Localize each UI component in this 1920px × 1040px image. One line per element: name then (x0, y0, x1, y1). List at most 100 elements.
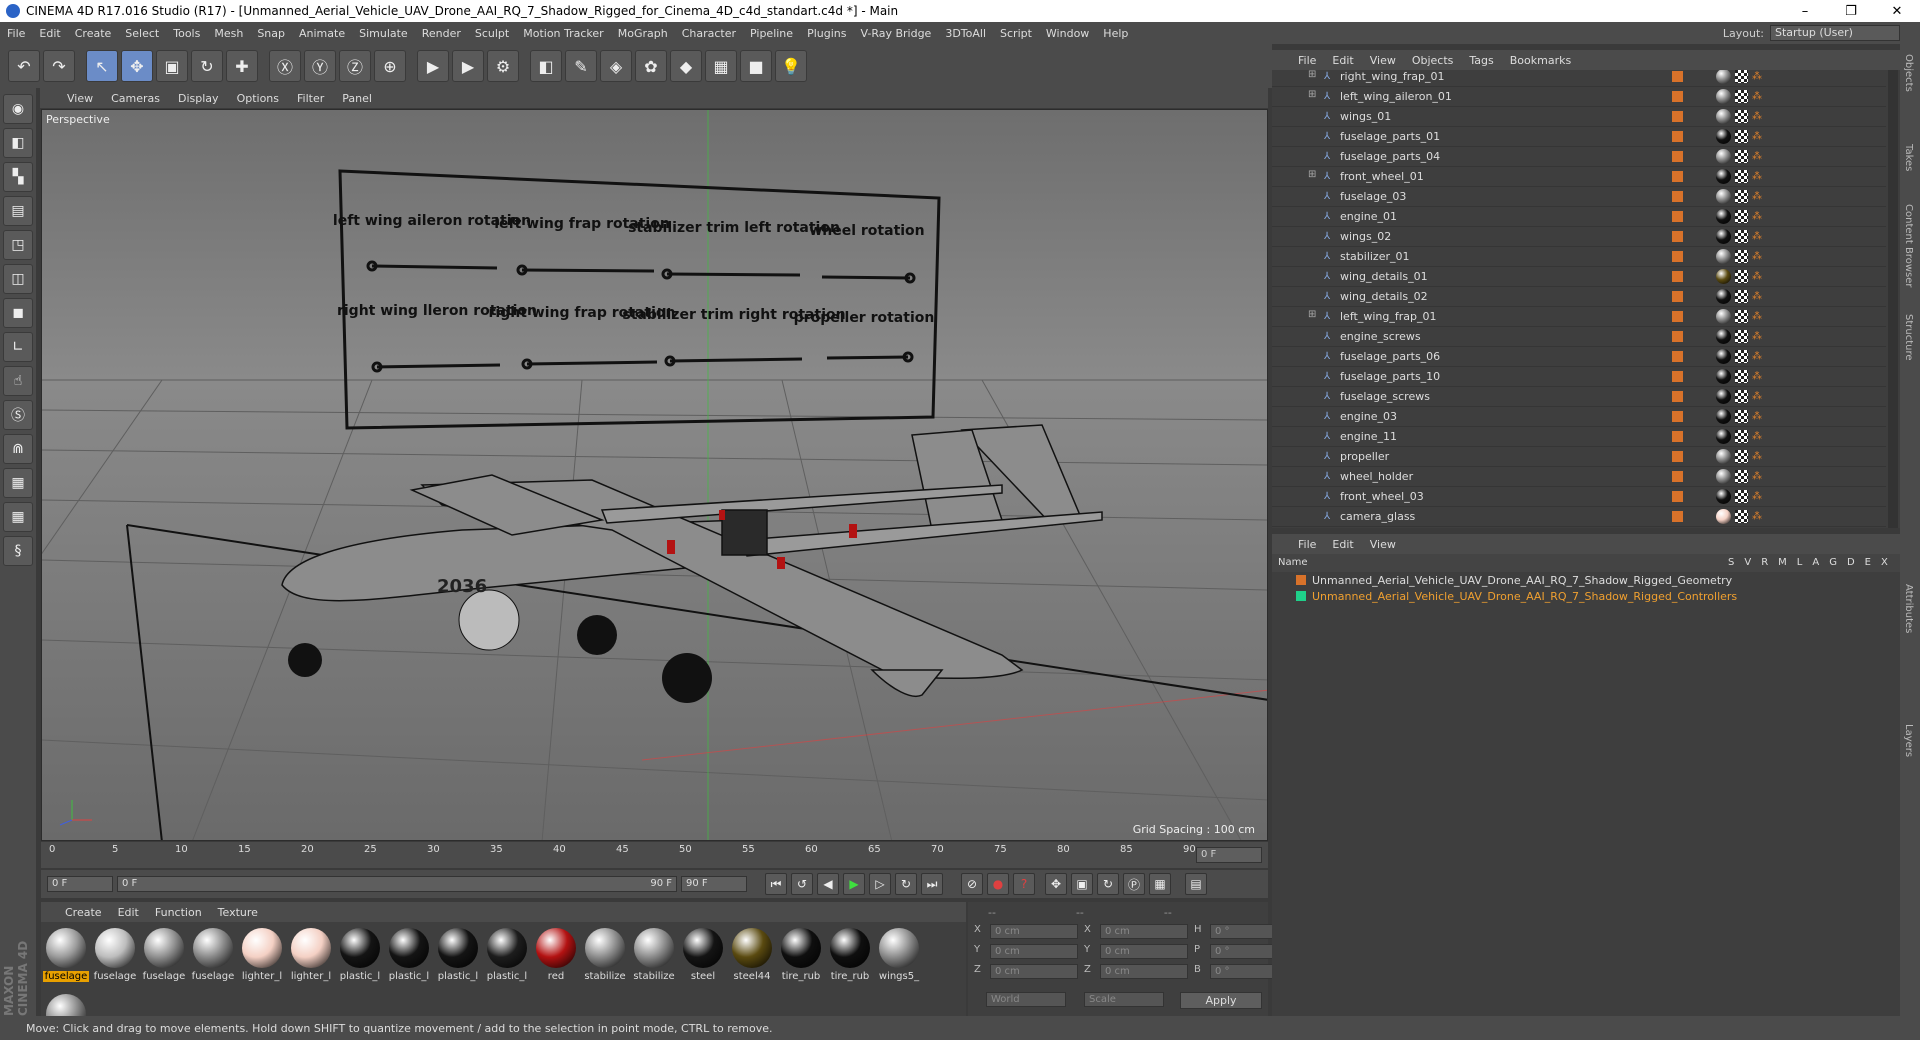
layer-col-x[interactable]: X (1881, 557, 1888, 568)
constraint-tag-icon[interactable]: ⁂ (1752, 251, 1762, 262)
material-swatch[interactable]: plastic_l (484, 928, 530, 982)
material-tag-icon[interactable] (1716, 389, 1731, 404)
object-row[interactable]: ⅄ fuselage_screws ⁂ (1272, 387, 1886, 407)
uvw-tag-icon[interactable] (1735, 310, 1748, 323)
tab-content-browser[interactable]: Content Browser (1903, 204, 1914, 287)
layer-col-d[interactable]: D (1847, 557, 1855, 568)
material-tag-icon[interactable] (1716, 509, 1731, 524)
texture-mode-icon[interactable]: ▚ (3, 162, 33, 192)
object-row[interactable]: ⊞ ⅄ left_wing_aileron_01 ⁂ (1272, 87, 1886, 107)
uvw-tag-icon[interactable] (1735, 410, 1748, 423)
material-tag-icon[interactable] (1716, 149, 1731, 164)
material-tag-icon[interactable] (1716, 469, 1731, 484)
material-tag-icon[interactable] (1716, 89, 1731, 104)
layer-color-icon[interactable] (1672, 371, 1683, 382)
menu-v-ray-bridge[interactable]: V-Ray Bridge (853, 27, 938, 40)
material-tag-icon[interactable] (1716, 369, 1731, 384)
menu-animate[interactable]: Animate (292, 27, 352, 40)
render-view-icon[interactable]: ▶ (417, 50, 449, 82)
constraint-tag-icon[interactable]: ⁂ (1752, 431, 1762, 442)
layer-color-icon[interactable] (1672, 251, 1683, 262)
uvw-tag-icon[interactable] (1735, 470, 1748, 483)
key-parameter-icon[interactable]: Ⓟ (1123, 873, 1145, 895)
menu-render[interactable]: Render (415, 27, 468, 40)
layer-color-icon[interactable] (1672, 231, 1683, 242)
material-swatch[interactable]: fuselage (190, 928, 236, 982)
menu-file[interactable]: File (0, 27, 32, 40)
layers-menu-edit[interactable]: Edit (1324, 538, 1361, 551)
deformer-icon[interactable]: ◆ (670, 50, 702, 82)
material-swatch[interactable]: wings5_ (876, 928, 922, 982)
coord-value-field[interactable]: 0 cm (990, 944, 1078, 959)
layer-col-v[interactable]: V (1744, 557, 1751, 568)
layer-color-icon[interactable] (1672, 271, 1683, 282)
menu-snap[interactable]: Snap (250, 27, 292, 40)
uvw-tag-icon[interactable] (1735, 330, 1748, 343)
python-icon[interactable]: § (3, 536, 33, 566)
key-pla-icon[interactable]: ▦ (1149, 873, 1171, 895)
layer-color-icon[interactable] (1672, 471, 1683, 482)
tab-layers[interactable]: Layers (1903, 724, 1914, 757)
layer-color-icon[interactable] (1672, 451, 1683, 462)
object-row[interactable]: ⊞ ⅄ front_wheel_01 ⁂ (1272, 167, 1886, 187)
live-move-icon[interactable]: ✚ (226, 50, 258, 82)
menu-window[interactable]: Window (1039, 27, 1096, 40)
object-row[interactable]: ⅄ front_wheel_03 ⁂ (1272, 487, 1886, 507)
z-axis-lock-icon[interactable]: Ⓩ (339, 50, 371, 82)
layer-color-icon[interactable] (1672, 71, 1683, 82)
object-row[interactable]: ⅄ engine_screws ⁂ (1272, 327, 1886, 347)
layer-color-icon[interactable] (1672, 391, 1683, 402)
constraint-tag-icon[interactable]: ⁂ (1752, 171, 1762, 182)
coordinate-system-dropdown[interactable]: World (986, 992, 1066, 1007)
constraint-tag-icon[interactable]: ⁂ (1752, 111, 1762, 122)
edges-mode-icon[interactable]: ◫ (3, 264, 33, 294)
layer-color-icon[interactable] (1672, 331, 1683, 342)
constraint-tag-icon[interactable]: ⁂ (1752, 491, 1762, 502)
uvw-tag-icon[interactable] (1735, 350, 1748, 363)
menu-character[interactable]: Character (675, 27, 743, 40)
layer-color-icon[interactable] (1672, 511, 1683, 522)
layer-color-icon[interactable] (1672, 411, 1683, 422)
layer-color-icon[interactable] (1672, 91, 1683, 102)
object-row[interactable]: ⅄ wing_details_02 ⁂ (1272, 287, 1886, 307)
material-tag-icon[interactable] (1716, 409, 1731, 424)
layer-color-icon[interactable] (1672, 171, 1683, 182)
key-position-icon[interactable]: ✥ (1045, 873, 1067, 895)
constraint-tag-icon[interactable]: ⁂ (1752, 271, 1762, 282)
viewport-menu-options[interactable]: Options (228, 92, 288, 105)
light-bulb-icon[interactable]: 💡 (775, 50, 807, 82)
objects-menu-objects[interactable]: Objects (1404, 54, 1462, 67)
select-arrow-icon[interactable]: ↖ (86, 50, 118, 82)
uvw-tag-icon[interactable] (1735, 370, 1748, 383)
polygons-mode-icon[interactable]: ◼ (3, 298, 33, 328)
uvw-tag-icon[interactable] (1735, 170, 1748, 183)
material-tag-icon[interactable] (1716, 189, 1731, 204)
layer-col-l[interactable]: L (1797, 557, 1803, 568)
rotate-tool-icon[interactable]: ↻ (191, 50, 223, 82)
object-row[interactable]: ⊞ ⅄ left_wing_frap_01 ⁂ (1272, 307, 1886, 327)
constraint-tag-icon[interactable]: ⁂ (1752, 451, 1762, 462)
object-row[interactable]: ⅄ wheel_holder ⁂ (1272, 467, 1886, 487)
object-row[interactable]: ⅄ engine_01 ⁂ (1272, 207, 1886, 227)
layer-col-a[interactable]: A (1812, 557, 1819, 568)
constraint-tag-icon[interactable]: ⁂ (1752, 151, 1762, 162)
expand-toggle-icon[interactable]: ⊞ (1308, 70, 1316, 80)
layer-color-icon[interactable] (1672, 431, 1683, 442)
layout-dropdown[interactable]: Startup (User) (1770, 25, 1900, 41)
material-tag-icon[interactable] (1716, 429, 1731, 444)
constraint-tag-icon[interactable]: ⁂ (1752, 91, 1762, 102)
layer-color-swatch[interactable] (1296, 591, 1306, 601)
render-settings-icon[interactable]: ⚙ (487, 50, 519, 82)
uvw-tag-icon[interactable] (1735, 390, 1748, 403)
make-editable-icon[interactable]: ◉ (3, 94, 33, 124)
menu-simulate[interactable]: Simulate (352, 27, 415, 40)
tab-structure[interactable]: Structure (1903, 314, 1914, 361)
timeline-ruler[interactable]: 0 5 10 15 20 25 30 35 40 45 50 55 60 65 70 75 80 85 90 0 F (41, 842, 1268, 868)
layer-row[interactable]: Unmanned_Aerial_Vehicle_UAV_Drone_AAI_RQ… (1272, 572, 1900, 588)
material-swatch[interactable]: steel44 (729, 928, 775, 982)
menu-edit[interactable]: Edit (32, 27, 67, 40)
layer-color-icon[interactable] (1672, 151, 1683, 162)
layer-color-icon[interactable] (1672, 191, 1683, 202)
expand-toggle-icon[interactable]: ⊞ (1308, 309, 1316, 320)
maximize-button[interactable]: ❐ (1828, 0, 1874, 22)
